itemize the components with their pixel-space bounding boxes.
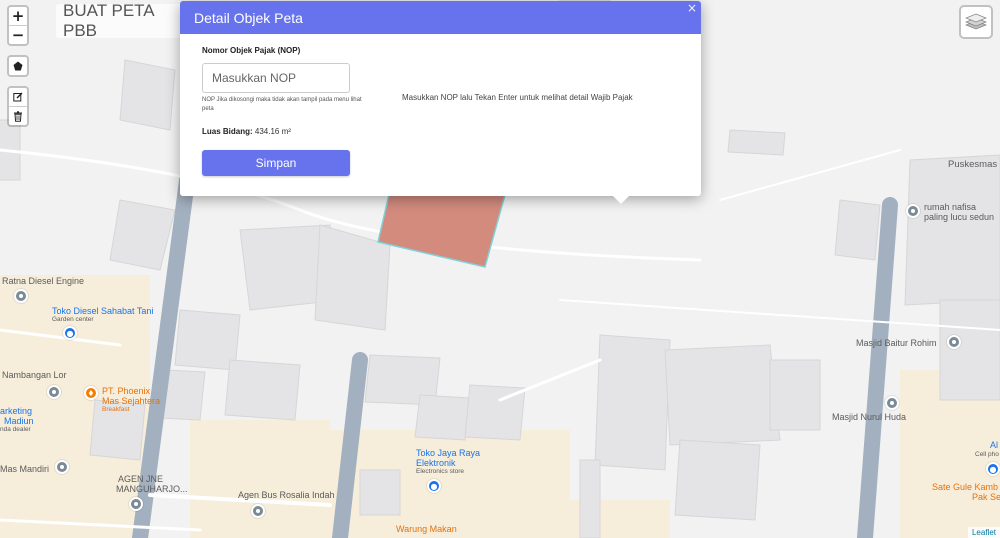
mosque-pin-icon[interactable] (947, 335, 961, 349)
map-label-mas-mandiri: Mas Mandiri (0, 464, 50, 474)
delete-layers-button[interactable] (9, 106, 27, 125)
place-pin-icon[interactable] (129, 497, 143, 511)
map-label-phoenix-1: PT. Phoenix (102, 386, 151, 396)
map-label-rumah-nafisa: rumah nafisa (924, 202, 977, 212)
layers-button[interactable] (959, 5, 993, 39)
popup-close-button[interactable]: × (687, 1, 697, 15)
map-label-sate-2: Pak Ser (972, 492, 1000, 502)
draw-toolbar (7, 55, 29, 77)
map-title: BUAT PETA PBB (56, 1, 190, 40)
map-label-ratna: Ratna Diesel Engine (2, 276, 85, 286)
map-label-toko-jaya-sub: Electronics store (416, 468, 465, 475)
detail-popup: Detail Objek Peta × Nomor Objek Pajak (N… (180, 1, 701, 204)
map-label-agen-jne-1: AGEN JNE (118, 474, 164, 484)
layers-icon (965, 13, 987, 30)
map-label-phoenix-sub: Breakfast (102, 406, 130, 413)
shop-pin-icon[interactable]: ● (427, 479, 441, 493)
nop-input[interactable] (202, 63, 350, 93)
map-label-nambangan: Nambangan Lor (2, 370, 67, 380)
luas-label: Luas Bidang: (202, 127, 253, 136)
pentagon-icon (13, 61, 23, 71)
map-label-agen-jne-2: MANGUHARJO... (116, 484, 188, 494)
map-label-marketing-1: arketing (0, 406, 33, 416)
restaurant-pin-icon[interactable]: ♦ (84, 386, 98, 400)
map-label-masjid-baitur: Masjid Baitur Rohim (856, 338, 937, 348)
map-label-masjid-nurul: Masjid Nurul Huda (832, 412, 907, 422)
map-label-sate-1: Sate Gule Kamb (932, 482, 999, 492)
draw-polygon-button[interactable] (9, 57, 27, 75)
attribution-link[interactable]: Leaflet (967, 527, 1000, 538)
place-pin-icon[interactable] (55, 460, 69, 474)
map-label-toko-diesel: Toko Diesel Sahabat Tani (52, 306, 154, 316)
place-pin-icon[interactable] (47, 385, 61, 399)
map-label-warung: Warung Makan (396, 524, 457, 534)
place-pin-icon[interactable] (906, 204, 920, 218)
place-pin-icon[interactable] (251, 504, 265, 518)
map-label-toko-diesel-sub: Garden center (52, 316, 94, 323)
map-label-toko-jaya-1: Toko Jaya Raya (416, 448, 481, 458)
zoom-in-button[interactable]: + (9, 7, 27, 25)
map-label-puskesmas: Puskesmas (948, 159, 998, 170)
save-button[interactable]: Simpan (202, 150, 350, 176)
zoom-control: + − (7, 5, 29, 46)
map-label-cell: Cell pho (975, 451, 999, 458)
edit-layers-button[interactable] (9, 88, 27, 106)
edit-icon (13, 92, 23, 102)
info-message: Masukkan NOP lalu Tekan Enter untuk meli… (402, 93, 633, 102)
map-label-al: Al (990, 440, 999, 450)
luas-bidang: Luas Bidang: 434.16 m² (202, 127, 291, 136)
luas-value: 434.16 m² (254, 127, 291, 136)
zoom-out-button[interactable]: − (9, 25, 27, 44)
map-label-rumah-nafisa-2: paling lucu sedun (924, 212, 995, 222)
edit-toolbar (7, 86, 29, 127)
map-label-marketing-sub: nda dealer (0, 426, 31, 433)
map-label-agen-bus: Agen Bus Rosalia Indah (238, 490, 335, 500)
map-label-marketing-2: Madiun (4, 416, 34, 426)
nop-help-text: NOP Jika dikosongi maka tidak akan tampi… (202, 97, 362, 112)
shop-pin-icon[interactable]: ● (986, 462, 1000, 476)
trash-icon (14, 110, 22, 122)
nop-label: Nomor Objek Pajak (NOP) (202, 46, 301, 55)
place-pin-icon[interactable] (14, 289, 28, 303)
map-label-phoenix-2: Mas Sejahtera (102, 396, 161, 406)
popup-tip (613, 196, 629, 204)
map-label-toko-jaya-2: Elektronik (416, 458, 456, 468)
shop-pin-icon[interactable]: ● (63, 326, 77, 340)
popup-title: Detail Objek Peta (194, 9, 303, 26)
popup-header: Detail Objek Peta (180, 1, 701, 34)
mosque-pin-icon[interactable] (885, 396, 899, 410)
